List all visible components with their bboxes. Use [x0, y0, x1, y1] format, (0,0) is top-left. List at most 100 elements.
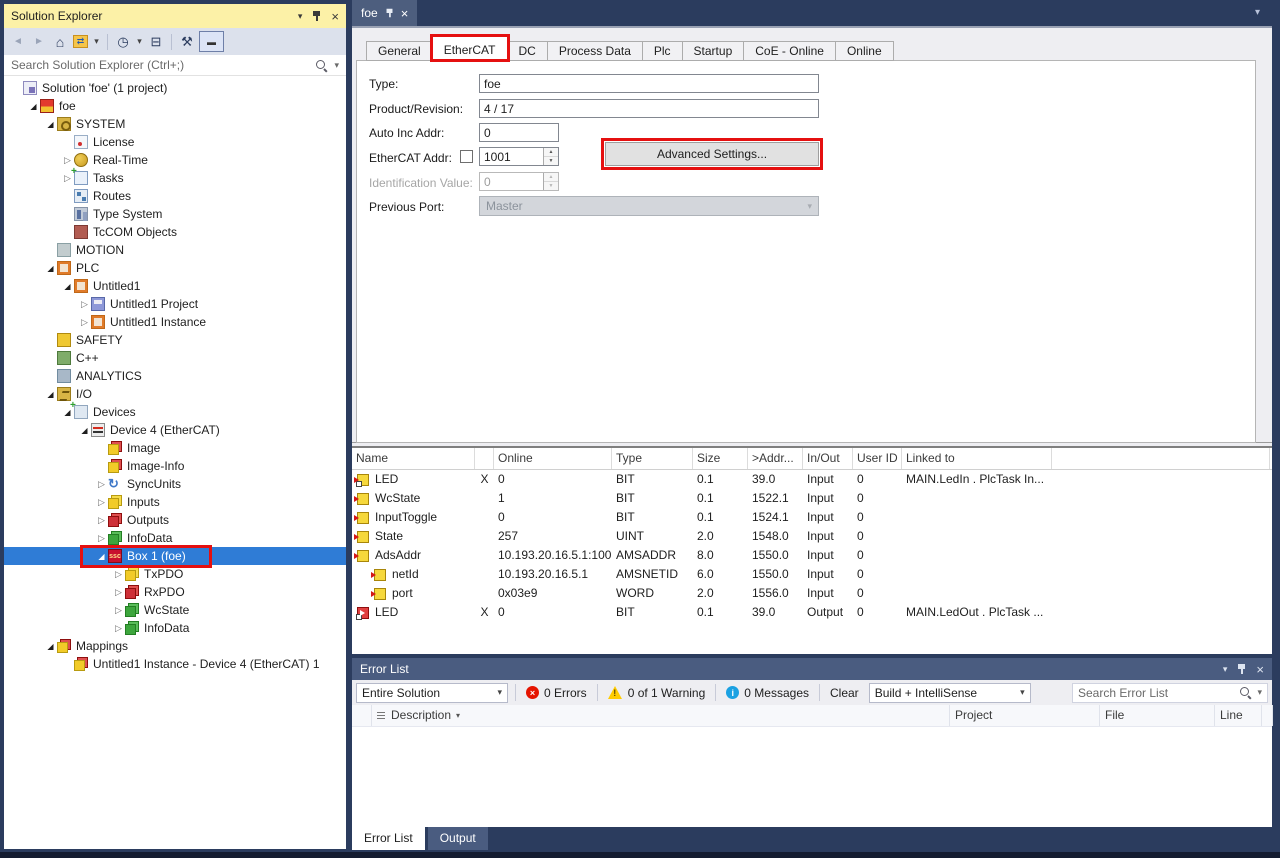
- tree-item-devices[interactable]: ◢Devices: [4, 403, 346, 421]
- tree-item-infodata[interactable]: ▷InfoData: [4, 529, 346, 547]
- tree-item-inputs[interactable]: ▷Inputs: [4, 493, 346, 511]
- expander-expanded-icon[interactable]: ◢: [44, 390, 57, 399]
- expander-expanded-icon[interactable]: ◢: [44, 120, 57, 129]
- close-icon[interactable]: ×: [331, 10, 339, 23]
- type-input[interactable]: foe: [479, 74, 819, 93]
- tree-item-rxpdo[interactable]: ▷RxPDO: [4, 583, 346, 601]
- spin-up-icon[interactable]: ▲: [544, 148, 558, 157]
- grid-row-led[interactable]: LEDX0BIT0.139.0Output0MAIN.LedOut . PlcT…: [352, 603, 1272, 622]
- search-box[interactable]: Search Solution Explorer (Ctrl+;) ▾: [4, 55, 346, 76]
- column-header-line[interactable]: Line: [1215, 705, 1262, 726]
- column-header-user-id[interactable]: User ID: [853, 448, 902, 469]
- expander-expanded-icon[interactable]: ◢: [78, 426, 91, 435]
- tree-item-image-info[interactable]: Image-Info: [4, 457, 346, 475]
- tree-item-untitled1-project[interactable]: ▷Untitled1 Project: [4, 295, 346, 313]
- warnings-filter-button[interactable]: 0 of 1 Warning: [605, 686, 709, 700]
- preview-selected-items-icon[interactable]: [199, 31, 224, 52]
- tree-item-analytics[interactable]: ANALYTICS: [4, 367, 346, 385]
- tab-plc[interactable]: Plc: [642, 41, 683, 61]
- column-header-in-out[interactable]: In/Out: [803, 448, 853, 469]
- errors-filter-button[interactable]: × 0 Errors: [523, 686, 590, 700]
- tree-item-routes[interactable]: Routes: [4, 187, 346, 205]
- expander-collapsed-icon[interactable]: ▷: [95, 497, 108, 508]
- column-header-blank[interactable]: [1052, 448, 1270, 469]
- messages-filter-button[interactable]: i 0 Messages: [723, 686, 812, 700]
- tree-item-outputs[interactable]: ▷Outputs: [4, 511, 346, 529]
- grid-row-port[interactable]: port0x03e9WORD2.01556.0Input0: [352, 584, 1272, 603]
- tab-ethercat[interactable]: EtherCAT: [432, 36, 508, 61]
- search-icon[interactable]: [315, 59, 328, 72]
- advanced-settings-button[interactable]: Advanced Settings...: [605, 142, 819, 166]
- chevron-down-icon[interactable]: ▾: [1223, 665, 1228, 674]
- back-icon[interactable]: [9, 32, 27, 52]
- tree-item-untitled1-instance-device-4-ethercat-1[interactable]: Untitled1 Instance - Device 4 (EtherCAT)…: [4, 655, 346, 673]
- column-header-online[interactable]: Online: [494, 448, 612, 469]
- column-header-file[interactable]: File: [1100, 705, 1215, 726]
- caret-icon[interactable]: [92, 32, 101, 52]
- search-input[interactable]: Search Solution Explorer (Ctrl+;): [11, 58, 309, 72]
- error-icon-column-header[interactable]: [352, 705, 372, 726]
- pin-icon[interactable]: [1236, 663, 1247, 675]
- column-header-project[interactable]: Project: [950, 705, 1100, 726]
- column-header-size[interactable]: Size: [693, 448, 748, 469]
- properties-wrench-icon[interactable]: [178, 32, 196, 52]
- tree-item-foe[interactable]: ◢foe: [4, 97, 346, 115]
- column-header-type[interactable]: Type: [612, 448, 693, 469]
- panel-tab-error-list[interactable]: Error List: [352, 827, 425, 850]
- forward-icon[interactable]: [30, 32, 48, 52]
- expander-collapsed-icon[interactable]: ▷: [112, 587, 125, 598]
- auto-inc-addr-input[interactable]: 0: [479, 123, 559, 142]
- search-options-chevron-icon[interactable]: ▾: [1257, 688, 1262, 697]
- expander-expanded-icon[interactable]: ◢: [44, 264, 57, 273]
- expander-collapsed-icon[interactable]: ▷: [112, 569, 125, 580]
- grid-row-wcstate[interactable]: WcState1BIT0.11522.1Input0: [352, 489, 1272, 508]
- grid-row-inputtoggle[interactable]: InputToggle0BIT0.11524.1Input0: [352, 508, 1272, 527]
- expander-expanded-icon[interactable]: ◢: [44, 642, 57, 651]
- expander-collapsed-icon[interactable]: ▷: [112, 623, 125, 634]
- tree-item-wcstate[interactable]: ▷WcState: [4, 601, 346, 619]
- tab-overflow-chevron-icon[interactable]: ▾: [1255, 7, 1260, 18]
- error-search-input[interactable]: Search Error List: [1078, 686, 1234, 700]
- build-intellisense-dropdown[interactable]: Build + IntelliSense ▾: [869, 683, 1031, 703]
- expander-expanded-icon[interactable]: ◢: [61, 282, 74, 291]
- home-icon[interactable]: [51, 32, 69, 52]
- spin-down-icon[interactable]: ▼: [544, 157, 558, 165]
- tree-item-real-time[interactable]: ▷Real-Time: [4, 151, 346, 169]
- column-header-name[interactable]: Name: [352, 448, 475, 469]
- tab-startup[interactable]: Startup: [682, 41, 745, 61]
- tree-item-solution-foe-1-project[interactable]: Solution 'foe' (1 project): [4, 79, 346, 97]
- tree-item-tasks[interactable]: ▷Tasks: [4, 169, 346, 187]
- search-options-chevron-icon[interactable]: ▾: [334, 61, 339, 70]
- tree-item-untitled1[interactable]: ◢Untitled1: [4, 277, 346, 295]
- tree-item-device-4-ethercat[interactable]: ◢Device 4 (EtherCAT): [4, 421, 346, 439]
- tree-item-type-system[interactable]: Type System: [4, 205, 346, 223]
- tree-item-license[interactable]: License: [4, 133, 346, 151]
- ethercat-addr-checkbox[interactable]: [460, 150, 473, 163]
- tab-online[interactable]: Online: [835, 41, 894, 61]
- tree-item-syncunits[interactable]: ▷SyncUnits: [4, 475, 346, 493]
- expander-expanded-icon[interactable]: ◢: [27, 102, 40, 111]
- expander-collapsed-icon[interactable]: ▷: [112, 605, 125, 616]
- search-icon[interactable]: [1239, 686, 1252, 699]
- tree-item-c[interactable]: C++: [4, 349, 346, 367]
- tab-dc[interactable]: DC: [507, 41, 548, 61]
- document-tab-foe[interactable]: foe ×: [352, 0, 417, 26]
- history-icon[interactable]: [114, 32, 132, 52]
- tree-item-tccom-objects[interactable]: TcCOM Objects: [4, 223, 346, 241]
- tab-coe-online[interactable]: CoE - Online: [743, 41, 836, 61]
- column-header-linked-to[interactable]: Linked to: [902, 448, 1052, 469]
- tree-item-safety[interactable]: SAFETY: [4, 331, 346, 349]
- tree-item-box-1-foe[interactable]: ◢Box 1 (foe): [4, 547, 346, 565]
- pin-icon[interactable]: [385, 8, 394, 18]
- expander-expanded-icon[interactable]: ◢: [95, 552, 108, 561]
- expander-collapsed-icon[interactable]: ▷: [95, 533, 108, 544]
- tree-item-untitled1-instance[interactable]: ▷Untitled1 Instance: [4, 313, 346, 331]
- pin-icon[interactable]: [311, 10, 322, 22]
- column-header-description[interactable]: Description▾: [372, 705, 950, 726]
- grid-row-led[interactable]: LEDX0BIT0.139.0Input0MAIN.LedIn . PlcTas…: [352, 470, 1272, 489]
- expander-collapsed-icon[interactable]: ▷: [78, 317, 91, 328]
- chevron-down-icon[interactable]: ▾: [298, 12, 303, 21]
- grid-row-adsaddr[interactable]: AdsAddr10.193.20.16.5.1:1001AMSADDR8.015…: [352, 546, 1272, 565]
- expander-collapsed-icon[interactable]: ▷: [78, 299, 91, 310]
- scope-filter-dropdown[interactable]: Entire Solution ▾: [356, 683, 508, 703]
